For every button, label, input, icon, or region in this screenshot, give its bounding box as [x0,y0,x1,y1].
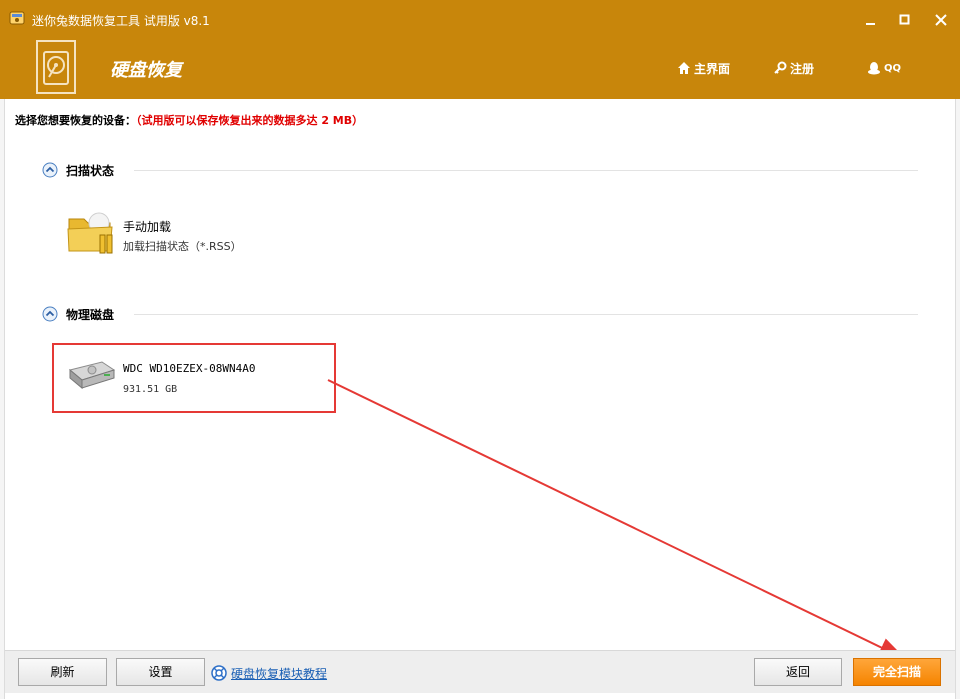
folder-icon [67,212,113,254]
close-button[interactable] [929,8,953,32]
maximize-icon [899,14,910,25]
back-button[interactable]: 返回 [754,658,842,686]
trial-limit-note: （试用版可以保存恢复出来的数据多达 2 MB） [136,114,364,127]
close-icon [935,14,947,26]
window-title: 迷你兔数据恢复工具 试用版 v8.1 [32,14,210,28]
app-icon [9,10,25,26]
load-scan-state-title: 手动加载 [123,220,172,234]
settings-button[interactable]: 设置 [116,658,205,686]
chevron-up-circle-icon [42,162,58,178]
load-scan-state-subtitle: 加载扫描状态（*.RSS） [123,240,242,253]
register-nav-label: 注册 [790,61,815,76]
section-divider [134,170,918,171]
tutorial-link[interactable]: 硬盘恢复模块教程 [211,665,327,681]
app-header: 硬盘恢复 主界面 注册 QQ [0,40,960,99]
maximize-button[interactable] [893,8,917,32]
load-scan-state-item[interactable]: 手动加载 加载扫描状态（*.RSS） [66,205,266,257]
disk-capacity: 931.51 GB [123,384,178,395]
title-bar[interactable]: 迷你兔数据恢复工具 试用版 v8.1 [0,0,960,40]
register-nav-button[interactable]: 注册 [773,59,814,77]
refresh-button[interactable]: 刷新 [18,658,107,686]
hard-disk-icon [68,361,116,390]
full-scan-button[interactable]: 完全扫描 [853,658,941,686]
module-title: 硬盘恢复 [110,60,182,81]
home-nav-label: 主界面 [694,61,731,76]
home-icon [678,62,690,74]
scan-state-section-header: 扫描状态 [42,160,918,180]
qq-penguin-icon [868,62,880,75]
window-left-border [0,99,5,699]
footer-toolbar: 刷新 设置 硬盘恢复模块教程 返回 完全扫描 [5,650,955,693]
tutorial-link-text[interactable]: 硬盘恢复模块教程 [231,665,327,682]
scan-state-collapse-toggle[interactable] [42,162,58,178]
scan-state-label: 扫描状态 [66,164,115,178]
minimize-button[interactable] [859,8,883,32]
chevron-up-circle-icon [42,306,58,322]
disk-item[interactable]: WDC WD10EZEX-08WN4A0 931.51 GB [66,355,326,403]
qq-nav-label: QQ [884,62,902,74]
section-divider [134,314,918,315]
device-prompt-text: 选择您想要恢复的设备： [15,114,136,127]
physical-disk-collapse-toggle[interactable] [42,306,58,322]
hard-drive-logo-icon [36,40,76,94]
lifebuoy-help-icon [211,665,227,681]
home-nav-button[interactable]: 主界面 [677,59,730,77]
physical-disk-label: 物理磁盘 [66,308,115,322]
device-prompt: 选择您想要恢复的设备：（试用版可以保存恢复出来的数据多达 2 MB） [15,112,363,128]
qq-nav-button[interactable]: QQ [867,59,901,77]
disk-model-name: WDC WD10EZEX-08WN4A0 [123,362,256,375]
minimize-icon [866,23,875,25]
physical-disk-section-header: 物理磁盘 [42,304,918,324]
key-icon [774,61,787,74]
window-right-border [955,99,960,699]
